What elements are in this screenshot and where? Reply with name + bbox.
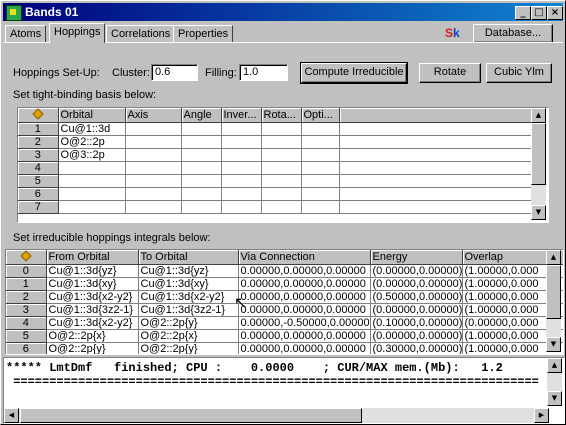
sk-logo: Sk [445,26,460,40]
scroll-down-icon[interactable]: ▼ [547,391,562,406]
hoppings-scrollbar[interactable]: ▲ ▼ [546,250,561,352]
filling-input[interactable]: 1.0 [239,64,288,81]
scroll-thumb[interactable] [20,408,362,423]
scroll-thumb[interactable] [546,265,561,319]
diamond-icon [32,108,44,120]
window-title: Bands 01 [25,5,79,19]
cubic-ylm-button[interactable]: Cubic Ylm [486,63,552,83]
console-scrollbar[interactable]: ▲ ▼ [547,358,562,406]
scroll-thumb[interactable] [531,123,546,185]
scroll-up-icon[interactable]: ▲ [531,108,546,123]
table-row[interactable]: 7 [18,200,532,214]
log-line: ========================================… [6,375,539,389]
maximize-button[interactable]: □ [531,6,547,20]
column-header[interactable]: Orbital [58,108,126,123]
table-row[interactable]: 6 O@2::2p{y} O@2::2p{y} 0.00000,0.00000,0.0… [6,342,563,354]
log-console[interactable]: ***** LmtDmf finished; CPU : 0.0000 ; CU… [3,357,565,424]
cluster-input[interactable]: 0.6 [151,64,198,81]
column-header[interactable]: Angle [181,108,222,123]
scroll-down-icon[interactable]: ▼ [546,337,561,352]
table-row[interactable]: 3 O@3::2p [18,148,532,162]
table-row[interactable]: 1 Cu@1::3d{xy} Cu@1::3d{xy} 0.00000,0.00000… [6,277,563,291]
tab-correlations[interactable]: Correlations [106,25,176,42]
tab-hoppings[interactable]: Hoppings [49,23,106,43]
basis-grid[interactable]: Orbital Axis Angle Inver... Rota... Opti… [17,107,549,223]
scroll-up-icon[interactable]: ▲ [547,358,562,373]
column-header[interactable]: Rota... [261,108,302,123]
hoppings-label: Set irreducible hoppings integrals below… [13,232,211,244]
database-button[interactable]: Database... [473,24,553,43]
column-header[interactable]: Axis [125,108,182,123]
scroll-down-icon[interactable]: ▼ [531,205,546,220]
table-row[interactable]: 4 Cu@1::3d{x2-y2} O@2::2p{y} 0.00000,-0.500… [6,316,563,330]
minimize-button[interactable]: _ [515,6,531,20]
tab-atoms[interactable]: Atoms [5,25,47,42]
hoppings-grid[interactable]: From Orbital To Orbital Via Connection E… [5,249,564,355]
log-line: ***** LmtDmf finished; CPU : 0.0000 ; CU… [6,361,503,375]
basis-label: Set tight-binding basis below: [13,89,157,101]
table-row[interactable]: 1 Cu@1::3d [18,122,532,136]
cluster-label: Cluster: [112,67,150,79]
table-row[interactable]: 4 [18,161,532,175]
table-row[interactable]: 3 Cu@1::3d{3z2-1} Cu@1::3d{3z2-1} 0.00000,0… [6,303,563,317]
corner-cell[interactable] [18,108,59,123]
table-row[interactable]: 2 O@2::2p [18,135,532,149]
app-icon[interactable] [6,5,22,21]
column-header[interactable]: To Orbital [138,250,239,265]
tab-properties[interactable]: Properties [173,25,234,42]
table-row[interactable]: 0 Cu@1::3d{yz} Cu@1::3d{yz} 0.00000,0.00000… [6,264,563,278]
column-header[interactable]: Energy [370,250,463,265]
filling-label: Filling: [205,67,237,79]
compute-irreducible-button[interactable]: Compute Irreducible [300,62,408,84]
table-row[interactable]: 5 O@2::2p{x} O@2::2p{x} 0.00000,0.00000,0.0… [6,329,563,343]
table-row[interactable]: 2 Cu@1::3d{x2-y2} Cu@1::3d{x2-y2} 0.00000,0… [6,290,563,304]
column-header[interactable]: Inver... [221,108,262,123]
title-bar[interactable]: Bands 01 _ □ × [3,3,563,21]
corner-cell[interactable] [6,250,47,265]
scroll-right-icon[interactable]: ▶ [534,408,549,423]
column-header[interactable]: Opti... [301,108,340,123]
diamond-icon [20,250,32,262]
console-hscrollbar[interactable]: ◀ ▶ [4,408,549,423]
column-header[interactable]: From Orbital [46,250,139,265]
rotate-button[interactable]: Rotate [419,63,481,83]
basis-scrollbar[interactable]: ▲ ▼ [531,108,546,220]
scroll-left-icon[interactable]: ◀ [4,408,19,423]
close-button[interactable]: × [547,6,563,20]
column-header [339,108,532,123]
table-row[interactable]: 5 [18,174,532,188]
main-window: Bands 01 _ □ × Atoms Hoppings Correlatio… [0,0,566,425]
scroll-up-icon[interactable]: ▲ [546,250,561,265]
table-row[interactable]: 6 [18,187,532,201]
setup-label: Hoppings Set-Up: [13,67,100,79]
column-header[interactable]: Via Connection [238,250,371,265]
